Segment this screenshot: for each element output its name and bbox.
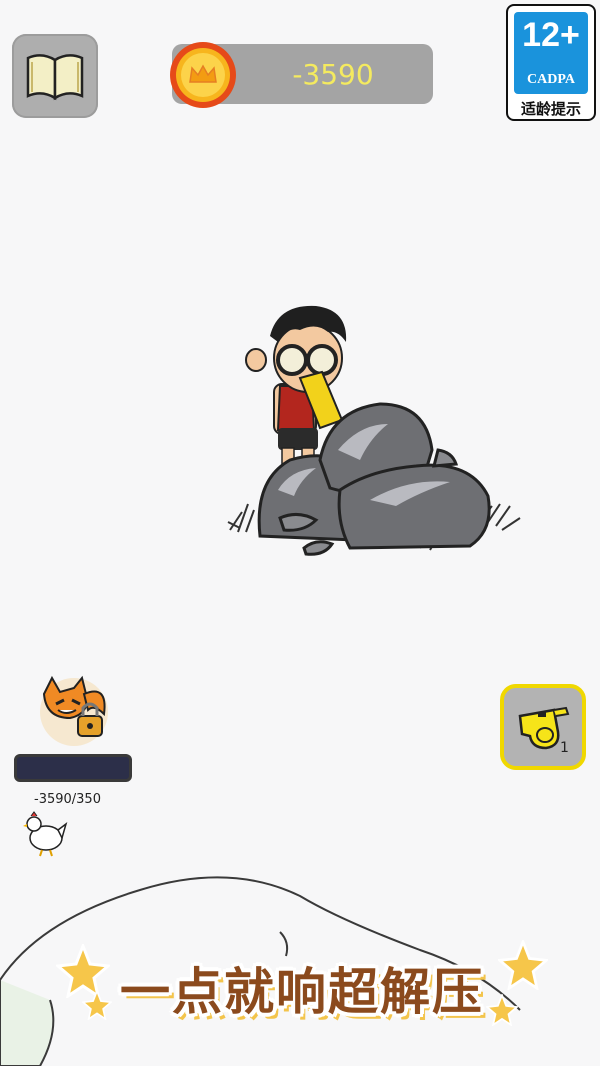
age-rating-number: 12+ xyxy=(522,16,580,54)
promo-banner-text: 一点就响超解压 xyxy=(120,963,484,1021)
coin-icon xyxy=(170,42,236,108)
age-rating-org: CADPA xyxy=(527,72,575,87)
coin-count: -3590 xyxy=(292,58,374,91)
whistle-item-button[interactable] xyxy=(500,684,586,770)
whistle-count: 1 xyxy=(560,740,569,756)
book-icon xyxy=(26,54,84,101)
age-rating-tip: 适龄提示 xyxy=(520,100,581,118)
fox-lock-icon[interactable] xyxy=(34,674,114,746)
age-rating-panel: 12+ CADPA xyxy=(514,12,588,94)
game-scene[interactable] xyxy=(220,300,530,560)
unlock-progress-bar xyxy=(14,754,132,782)
unlock-progress-text: -3590/350 xyxy=(34,792,101,807)
book-button[interactable] xyxy=(12,34,98,118)
chicken-icon[interactable] xyxy=(20,808,70,858)
age-rating-badge: 12+ CADPA 适龄提示 xyxy=(506,4,596,121)
